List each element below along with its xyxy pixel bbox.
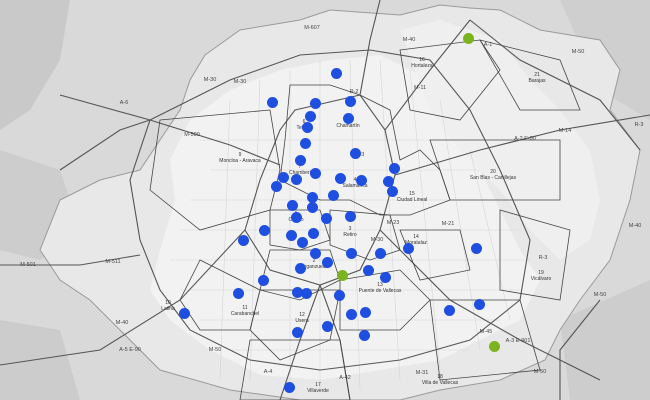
road-label: A-6 xyxy=(119,100,129,106)
map-marker-green[interactable] xyxy=(488,340,500,352)
road-label: M-500 xyxy=(184,132,200,138)
map-marker-blue[interactable] xyxy=(270,180,282,192)
road-label: M-40 xyxy=(115,320,129,326)
map-marker-blue[interactable] xyxy=(304,110,316,122)
map-marker-blue[interactable] xyxy=(327,189,339,201)
map-marker-blue[interactable] xyxy=(294,154,306,166)
road-label: M-501 xyxy=(20,262,36,268)
road-label: M-40 xyxy=(402,37,416,43)
road-label: R-2 xyxy=(349,89,359,95)
map-marker-blue[interactable] xyxy=(232,287,244,299)
map-marker-blue[interactable] xyxy=(334,172,346,184)
district-label-hortaleza: 16 Hortaleza xyxy=(411,57,433,69)
road-label: M-40 xyxy=(628,223,642,229)
map-marker-green[interactable] xyxy=(462,32,474,44)
map-marker-blue[interactable] xyxy=(290,173,302,185)
road-label: A-1 xyxy=(483,42,493,48)
map-marker-blue[interactable] xyxy=(388,162,400,174)
road-label: A-3 E-901 xyxy=(505,338,531,344)
map-marker-green[interactable] xyxy=(336,269,348,281)
road-label: A-5 E-90 xyxy=(119,347,141,353)
map-marker-blue[interactable] xyxy=(286,199,298,211)
map-marker-blue[interactable] xyxy=(345,247,357,259)
road-label: M-50 xyxy=(533,369,547,375)
road-label: M-31 xyxy=(415,370,429,376)
map-marker-blue[interactable] xyxy=(342,112,354,124)
district-label-moncloa: 9 Moncloa - Aravaca xyxy=(219,152,261,164)
map-marker-blue[interactable] xyxy=(309,97,321,109)
road-label: M-30 xyxy=(233,79,247,85)
road-label: M-21 xyxy=(441,221,455,227)
map-marker-blue[interactable] xyxy=(290,211,302,223)
district-label-barajas: 21 Barajas xyxy=(528,72,546,84)
map-marker-blue[interactable] xyxy=(359,306,371,318)
road-label: M-14 xyxy=(558,128,572,134)
road-label: A-4 xyxy=(263,369,273,375)
district-label-retiro: 3 Retiro xyxy=(343,226,357,238)
map-marker-blue[interactable] xyxy=(309,247,321,259)
map-canvas xyxy=(0,0,650,400)
map-marker-blue[interactable] xyxy=(355,174,367,186)
map-view[interactable]: 6Tetuán 5Chamartín 7Chamberí 9Moncloa - … xyxy=(0,0,650,400)
district-label-usera: 12 Usera xyxy=(295,312,309,324)
road-label: M-45 xyxy=(479,329,493,335)
road-label: A-42 xyxy=(339,375,351,381)
map-marker-blue[interactable] xyxy=(349,147,361,159)
road-label: M-50 xyxy=(208,347,222,353)
map-marker-blue[interactable] xyxy=(257,274,269,286)
map-marker-blue[interactable] xyxy=(358,329,370,341)
district-label-latina: 10 Latina xyxy=(161,300,175,312)
map-marker-blue[interactable] xyxy=(362,264,374,276)
map-marker-blue[interactable] xyxy=(258,224,270,236)
road-label: M-23 xyxy=(386,220,400,226)
map-marker-blue[interactable] xyxy=(402,242,414,254)
map-marker-blue[interactable] xyxy=(344,210,356,222)
map-marker-blue[interactable] xyxy=(333,289,345,301)
road-label: M-30 xyxy=(370,237,384,243)
map-marker-blue[interactable] xyxy=(300,287,312,299)
district-label-carabanchel: 11 Carabanchel xyxy=(230,305,260,317)
map-marker-blue[interactable] xyxy=(296,236,308,248)
map-marker-blue[interactable] xyxy=(321,320,333,332)
map-marker-blue[interactable] xyxy=(237,234,249,246)
map-marker-blue[interactable] xyxy=(345,308,357,320)
district-label-vicalvaro: 19 Vicálvaro xyxy=(530,270,552,282)
map-marker-blue[interactable] xyxy=(320,212,332,224)
map-marker-blue[interactable] xyxy=(386,185,398,197)
map-marker-blue[interactable] xyxy=(266,96,278,108)
map-marker-blue[interactable] xyxy=(321,256,333,268)
map-marker-blue[interactable] xyxy=(309,167,321,179)
road-label: R-3 xyxy=(634,122,644,128)
map-marker-blue[interactable] xyxy=(443,304,455,316)
map-marker-blue[interactable] xyxy=(374,247,386,259)
map-marker-blue[interactable] xyxy=(291,326,303,338)
map-marker-blue[interactable] xyxy=(344,95,356,107)
road-label: M-50 xyxy=(593,292,607,298)
road-label: R-3 xyxy=(538,255,548,261)
district-label-villaverde: 17 Villaverde xyxy=(307,382,329,394)
map-marker-blue[interactable] xyxy=(283,381,295,393)
road-label: M-30 xyxy=(203,77,217,83)
district-label-ciudad-lineal: 15 Ciudad Lineal xyxy=(396,191,428,203)
map-marker-blue[interactable] xyxy=(294,262,306,274)
map-marker-blue[interactable] xyxy=(285,229,297,241)
road-label: A-2 E-90 xyxy=(514,136,536,142)
map-marker-blue[interactable] xyxy=(301,121,313,133)
map-marker-blue[interactable] xyxy=(382,175,394,187)
district-label-san-blas: 20 San Blas - Canillejas xyxy=(469,169,517,181)
district-label-puente-vallecas: 13 Puente de Vallecas xyxy=(358,282,402,294)
map-marker-blue[interactable] xyxy=(470,242,482,254)
road-label: M-11 xyxy=(413,85,427,91)
map-marker-blue[interactable] xyxy=(306,201,318,213)
map-marker-blue[interactable] xyxy=(299,137,311,149)
map-marker-blue[interactable] xyxy=(473,298,485,310)
map-marker-blue[interactable] xyxy=(178,307,190,319)
map-marker-blue[interactable] xyxy=(330,67,342,79)
map-marker-blue[interactable] xyxy=(379,271,391,283)
road-label: M-50 xyxy=(571,49,585,55)
map-marker-blue[interactable] xyxy=(307,227,319,239)
road-label: M-511 xyxy=(105,259,121,265)
road-label: M-607 xyxy=(304,25,320,31)
map-marker-blue[interactable] xyxy=(306,191,318,203)
